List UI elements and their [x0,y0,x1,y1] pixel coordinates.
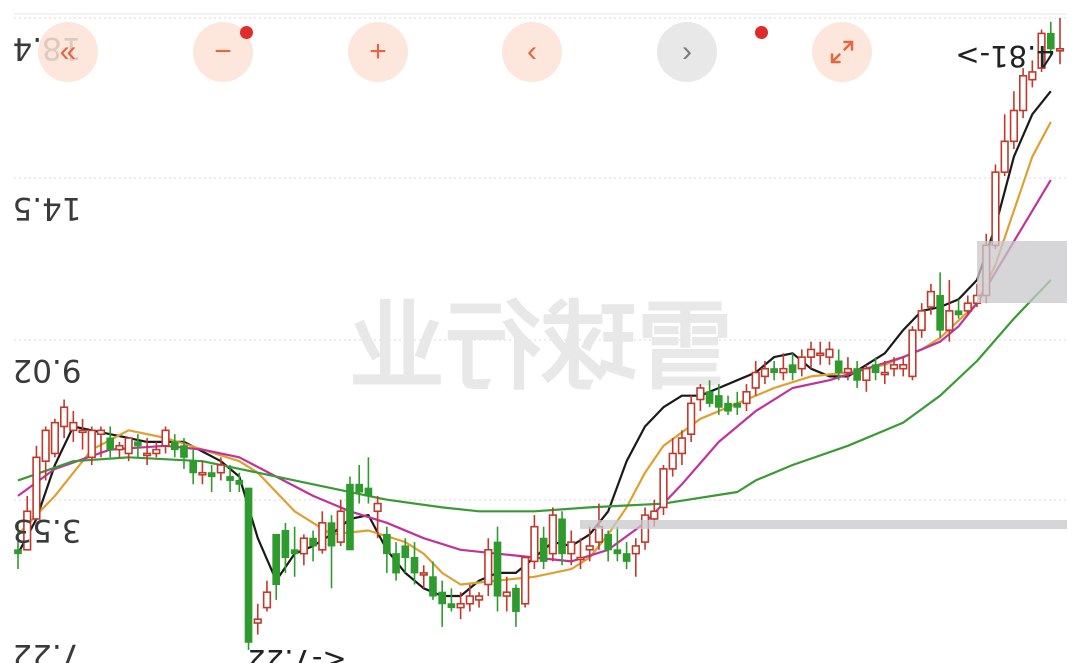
candle-31 [299,534,308,566]
current-price-box [977,241,1067,303]
y-tick-label-1: 14.5 [12,190,81,226]
candle-10 [106,426,115,458]
chevron-right-icon: › [682,35,692,68]
candle-15 [152,441,161,458]
candle-86 [806,341,816,369]
candle-5 [59,399,69,439]
candle-57 [539,526,548,570]
toolbar-next-button[interactable]: › [657,22,717,82]
candle-85 [797,349,806,377]
candle-54 [512,584,520,627]
chevron-left-icon: ‹ [527,35,537,68]
candle-98 [917,303,926,338]
next-notification-dot [755,26,768,39]
toolbar-zoom-in-button[interactable]: + [348,22,408,82]
candle-66 [622,542,631,570]
candle-2 [32,445,41,520]
candle-92 [862,364,871,392]
candle-56 [530,515,539,570]
toolbar-prev-button[interactable]: ‹ [502,22,562,82]
candle-49 [465,584,474,612]
candle-71 [668,438,677,477]
candle-100 [936,272,944,338]
candle-80 [751,360,760,396]
candle-52 [493,526,502,612]
candle-11 [115,441,124,458]
candlestick-chart[interactable]: 雪球行业 18.414.59.023.537.22 4.81-> <-7.22 [0,0,1079,663]
candle-73 [687,395,696,442]
candle-13 [134,434,142,458]
candle-97 [908,326,917,381]
candle-26 [253,603,262,635]
candle-28 [272,533,281,600]
candle-19 [189,449,198,485]
candle-59 [558,511,566,566]
candle-47 [447,588,456,612]
candle-25 [244,487,253,650]
candle-20 [198,461,207,485]
candle-41 [392,542,400,581]
candle-108 [1009,91,1019,150]
candle-16 [161,426,170,454]
y-tick-label-2: 9.02 [12,352,81,388]
toolbar-fullscreen-button[interactable] [812,22,872,82]
y-tick-label-3: 3.53 [12,512,81,548]
candle-40 [383,526,391,573]
expand-icon [830,40,854,64]
chart-gridlines [14,13,1067,501]
ma-level-bar [580,520,1067,529]
candle-55 [521,556,530,608]
candle-74 [696,384,705,412]
candle-81 [760,360,770,385]
candle-37 [355,465,364,504]
candle-17 [170,434,179,458]
candle-23 [226,465,234,492]
candle-83 [779,353,788,381]
candle-67 [631,538,640,577]
candle-30 [290,526,299,577]
candle-7 [78,418,87,450]
zoom-out-notification-dot [240,26,253,39]
candle-70 [659,465,668,516]
candle-27 [262,580,272,612]
candle-46 [438,580,446,627]
candle-53 [502,576,511,612]
candle-87 [816,341,825,365]
candle-51 [484,538,493,597]
y-axis-labels: 18.414.59.023.537.22 [12,30,81,663]
y-tick-label-4: 7.22 [12,637,81,663]
candle-78 [733,391,742,415]
candle-72 [677,430,687,466]
candle-84 [788,353,797,381]
minus-icon: − [214,35,232,68]
candle-96 [899,357,908,377]
candle-58 [548,507,557,562]
candle-4 [50,418,60,458]
candle-32 [309,530,317,562]
candle-91 [853,360,861,388]
candle-102 [954,299,963,319]
chart-toolbar: « − + ‹ › [0,22,1079,84]
candle-64 [604,530,612,562]
plus-icon: + [369,35,387,68]
min-price-label: <-7.22 [247,643,346,663]
candle-50 [474,592,484,608]
candle-106 [991,164,1000,250]
candle-33 [318,511,327,554]
toolbar-first-button[interactable]: « [38,22,98,82]
candle-79 [742,384,751,412]
candle-34 [327,515,336,589]
candle-44 [419,565,428,589]
candle-21 [207,465,216,492]
candle-88 [825,341,834,365]
double-chevron-left-icon: « [59,35,77,68]
candle-36 [346,476,354,551]
watermark-text: 雪球行业 [349,291,733,403]
candle-82 [770,360,778,381]
candle-107 [1000,114,1009,176]
candle-6 [69,411,78,442]
